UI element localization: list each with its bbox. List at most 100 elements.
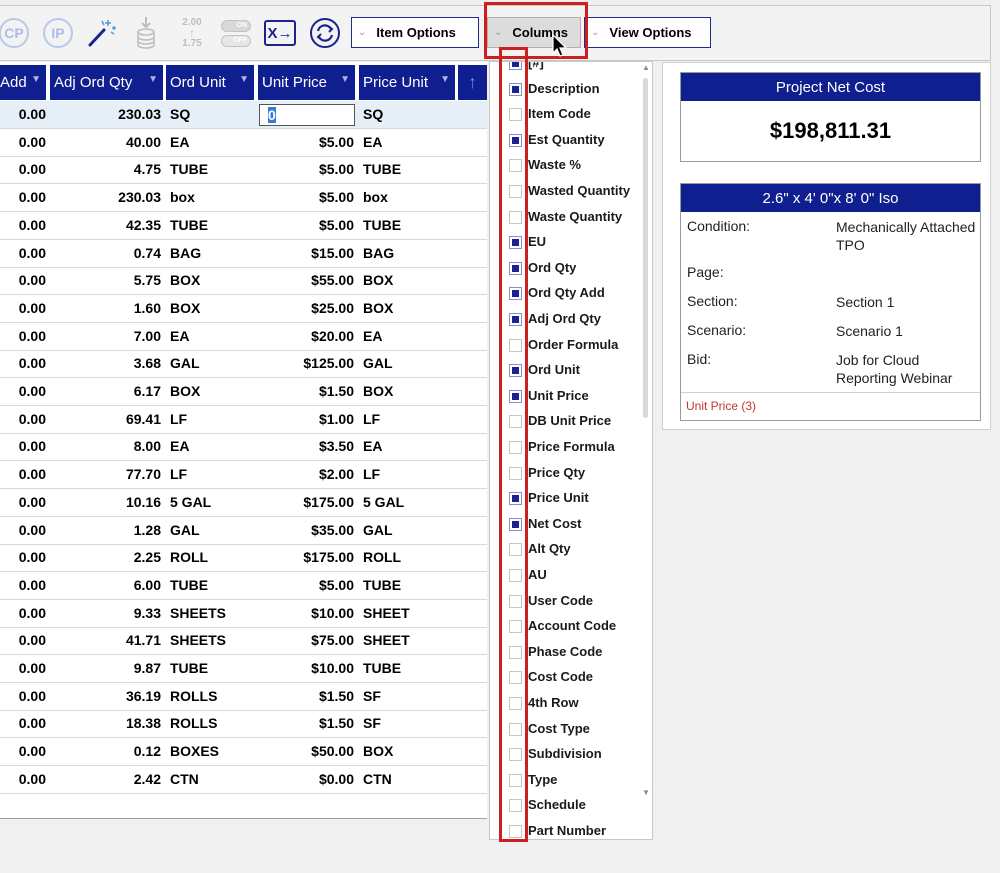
table-row[interactable]: 0.00 10.16 5 GAL $175.00 5 GAL: [0, 489, 487, 517]
column-header-add[interactable]: Add ▼: [0, 65, 48, 100]
cell-price-unit[interactable]: box: [363, 184, 453, 211]
cell-adj-ord-qty[interactable]: 1.60: [50, 295, 161, 322]
excel-export-icon[interactable]: X→: [263, 16, 297, 50]
cell-ord-unit[interactable]: TUBE: [170, 212, 256, 239]
cell-price-unit[interactable]: SF: [363, 710, 453, 737]
cell-price-unit[interactable]: BOX: [363, 378, 453, 405]
cell-ord-unit[interactable]: ROLLS: [170, 683, 256, 710]
menu-scrollbar-thumb[interactable]: [643, 78, 648, 418]
cell-ord-unit[interactable]: GAL: [170, 517, 256, 544]
cell-price-unit[interactable]: BOX: [363, 295, 453, 322]
cell-unit-price[interactable]: $3.50: [258, 433, 354, 460]
cell-price-unit[interactable]: SF: [363, 683, 453, 710]
table-row[interactable]: 0.00 18.38 ROLLS $1.50 SF: [0, 710, 487, 739]
cell-unit-price[interactable]: $35.00: [258, 517, 354, 544]
unit-price-link[interactable]: Unit Price (3): [681, 392, 980, 420]
cell-ord-unit[interactable]: EA: [170, 433, 256, 460]
cell-adj-ord-qty[interactable]: 3.68: [50, 350, 161, 377]
cell-add[interactable]: 0.00: [0, 655, 46, 682]
cell-adj-ord-qty[interactable]: 77.70: [50, 461, 161, 488]
column-header-unit-price[interactable]: Unit Price ▼: [258, 65, 357, 100]
cell-adj-ord-qty[interactable]: 0.12: [50, 738, 161, 765]
cell-price-unit[interactable]: TUBE: [363, 156, 453, 183]
cell-adj-ord-qty[interactable]: 36.19: [50, 683, 161, 710]
filter-icon[interactable]: ▼: [440, 74, 450, 85]
cell-price-unit[interactable]: TUBE: [363, 572, 453, 599]
cell-add[interactable]: 0.00: [0, 101, 46, 128]
cell-ord-unit[interactable]: ROLL: [170, 544, 256, 571]
on-off-toggle-icon[interactable]: ON OFF: [219, 16, 253, 50]
cell-adj-ord-qty[interactable]: 2.42: [50, 766, 161, 793]
cell-add[interactable]: 0.00: [0, 627, 46, 654]
unit-price-edit-input[interactable]: 0: [259, 104, 355, 126]
cell-adj-ord-qty[interactable]: 0.74: [50, 240, 161, 267]
cell-adj-ord-qty[interactable]: 69.41: [50, 406, 161, 433]
table-row[interactable]: 0.00 0.74 BAG $15.00 BAG: [0, 240, 487, 268]
cell-price-unit[interactable]: 5 GAL: [363, 489, 453, 516]
cell-add[interactable]: 0.00: [0, 212, 46, 239]
column-header-ord-unit[interactable]: Ord Unit ▼: [166, 65, 256, 100]
cell-ord-unit[interactable]: CTN: [170, 766, 256, 793]
cell-add[interactable]: 0.00: [0, 738, 46, 765]
cell-unit-price[interactable]: $5.00: [258, 212, 354, 239]
table-row[interactable]: 0.00 230.03 SQ SQ 0: [0, 101, 487, 129]
cell-adj-ord-qty[interactable]: 5.75: [50, 267, 161, 294]
cell-adj-ord-qty[interactable]: 18.38: [50, 710, 161, 737]
cell-ord-unit[interactable]: LF: [170, 461, 256, 488]
cell-adj-ord-qty[interactable]: 2.25: [50, 544, 161, 571]
table-row[interactable]: 0.00 3.68 GAL $125.00 GAL: [0, 350, 487, 379]
table-row[interactable]: 0.00 41.71 SHEETS $75.00 SHEET: [0, 627, 487, 656]
cell-unit-price[interactable]: $75.00: [258, 627, 354, 654]
database-import-icon[interactable]: [129, 16, 163, 50]
cell-add[interactable]: 0.00: [0, 378, 46, 405]
cell-add[interactable]: 0.00: [0, 406, 46, 433]
cell-price-unit[interactable]: SQ: [363, 101, 453, 128]
cell-price-unit[interactable]: EA: [363, 323, 453, 350]
cell-adj-ord-qty[interactable]: 230.03: [50, 184, 161, 211]
sort-arrow-up-icon[interactable]: ↑: [458, 65, 487, 100]
table-row[interactable]: 0.00 42.35 TUBE $5.00 TUBE: [0, 212, 487, 240]
cell-ord-unit[interactable]: LF: [170, 406, 256, 433]
cell-price-unit[interactable]: LF: [363, 406, 453, 433]
cell-add[interactable]: 0.00: [0, 323, 46, 350]
table-row[interactable]: 0.00 5.75 BOX $55.00 BOX: [0, 267, 487, 296]
table-row[interactable]: 0.00 77.70 LF $2.00 LF: [0, 461, 487, 490]
cell-add[interactable]: 0.00: [0, 572, 46, 599]
cell-unit-price[interactable]: $175.00: [258, 489, 354, 516]
cell-price-unit[interactable]: BOX: [363, 738, 453, 765]
filter-icon[interactable]: ▼: [239, 74, 249, 85]
table-row[interactable]: 0.00 7.00 EA $20.00 EA: [0, 323, 487, 351]
cell-adj-ord-qty[interactable]: 1.28: [50, 517, 161, 544]
view-options-button[interactable]: ⌄ View Options: [584, 17, 711, 48]
cell-adj-ord-qty[interactable]: 6.17: [50, 378, 161, 405]
cell-price-unit[interactable]: SHEET: [363, 627, 453, 654]
cell-price-unit[interactable]: TUBE: [363, 655, 453, 682]
table-row[interactable]: 0.00 9.33 SHEETS $10.00 SHEET: [0, 600, 487, 628]
cell-unit-price[interactable]: $5.00: [258, 572, 354, 599]
cell-adj-ord-qty[interactable]: 10.16: [50, 489, 161, 516]
cell-ord-unit[interactable]: SQ: [170, 101, 256, 128]
cell-add[interactable]: 0.00: [0, 600, 46, 627]
cell-ord-unit[interactable]: BOX: [170, 267, 256, 294]
cell-price-unit[interactable]: BAG: [363, 240, 453, 267]
refresh-icon[interactable]: [308, 16, 342, 50]
cell-adj-ord-qty[interactable]: 8.00: [50, 433, 161, 460]
item-options-button[interactable]: ⌄ Item Options: [351, 17, 479, 48]
cell-price-unit[interactable]: EA: [363, 129, 453, 156]
cell-ord-unit[interactable]: BOX: [170, 378, 256, 405]
table-row[interactable]: 0.00 1.60 BOX $25.00 BOX: [0, 295, 487, 323]
cell-unit-price[interactable]: $0.00: [258, 766, 354, 793]
cell-unit-price[interactable]: $2.00: [258, 461, 354, 488]
cell-price-unit[interactable]: GAL: [363, 350, 453, 377]
table-row[interactable]: 0.00 69.41 LF $1.00 LF: [0, 406, 487, 434]
cell-unit-price[interactable]: $1.50: [258, 378, 354, 405]
table-row[interactable]: 0.00 2.25 ROLL $175.00 ROLL: [0, 544, 487, 573]
cell-unit-price[interactable]: $1.00: [258, 406, 354, 433]
cell-price-unit[interactable]: EA: [363, 433, 453, 460]
table-row[interactable]: 0.00 230.03 box $5.00 box: [0, 184, 487, 213]
cell-add[interactable]: 0.00: [0, 489, 46, 516]
cell-adj-ord-qty[interactable]: 41.71: [50, 627, 161, 654]
cell-unit-price[interactable]: $10.00: [258, 655, 354, 682]
cell-ord-unit[interactable]: SHEETS: [170, 627, 256, 654]
filter-icon[interactable]: ▼: [148, 74, 158, 85]
